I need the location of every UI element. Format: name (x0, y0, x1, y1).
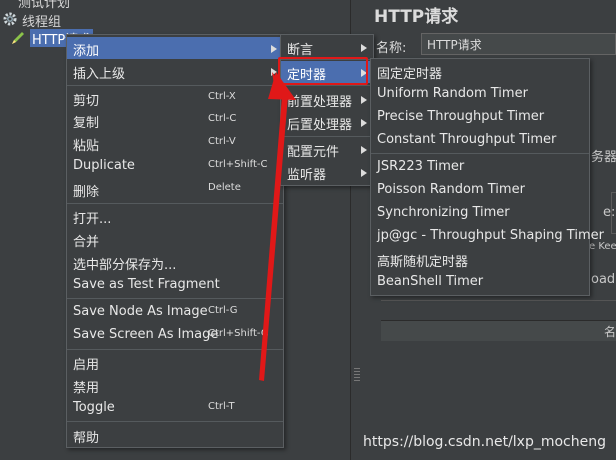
menu-item-pre-processor[interactable]: 前置处理器 (281, 88, 373, 110)
menu-item-insert-parent[interactable]: 插入上级 (67, 60, 283, 82)
menu-separator (67, 421, 283, 422)
menu-separator (371, 153, 589, 154)
menu-item-constant-timer[interactable]: 固定定时器 (371, 60, 589, 82)
table-header: 名 (381, 320, 616, 341)
menu-item-beanshell-timer[interactable]: BeanShell Timer (371, 271, 589, 293)
context-menu: 添加 插入上级 剪切 Ctrl-X 复制 Ctrl-C 粘贴 Ctrl-V Dupli… (66, 34, 284, 448)
tree-item-label: 线程组 (22, 15, 62, 30)
table-column-name: 名 (603, 325, 616, 339)
timer-submenu: 固定定时器 Uniform Random Timer Precise Throu… (370, 58, 604, 296)
chevron-right-icon (361, 96, 367, 104)
menu-item-save-node-image[interactable]: Save Node As Image Ctrl-G (67, 301, 283, 323)
tree-item-label: 测试计划 (18, 0, 71, 11)
menu-item-add[interactable]: 添加 (67, 37, 283, 59)
menu-item-poisson-random-timer[interactable]: Poisson Random Timer (371, 179, 589, 201)
watermark: https://blog.csdn.net/lxp_mocheng (363, 434, 606, 450)
chevron-right-icon (361, 119, 367, 127)
pen-icon (10, 30, 26, 46)
menu-item-assertion[interactable]: 断言 (281, 36, 373, 58)
menu-item-config-element[interactable]: 配置元件 (281, 138, 373, 160)
menu-separator (67, 349, 283, 350)
menu-item-post-processor[interactable]: 后置处理器 (281, 111, 373, 133)
menu-item-delete[interactable]: 删除 Delete (67, 178, 283, 200)
chevron-right-icon (271, 68, 277, 76)
menu-separator (67, 298, 283, 299)
page-title: HTTP请求 (374, 7, 459, 27)
menu-item-disable[interactable]: 禁用 (67, 374, 283, 396)
menu-separator (67, 203, 283, 204)
menu-item-jsr223-timer[interactable]: JSR223 Timer (371, 156, 589, 178)
menu-separator (281, 85, 373, 86)
menu-item-cut[interactable]: 剪切 Ctrl-X (67, 87, 283, 109)
menu-separator (67, 85, 283, 86)
annotation-highlight-box (278, 57, 368, 85)
upload-tab-fragment[interactable]: oad (591, 272, 615, 287)
splitter-grip[interactable] (354, 368, 360, 382)
menu-separator (281, 136, 373, 137)
tree-item-test-plan[interactable]: 测试计划 (18, 0, 71, 11)
menu-item-listener[interactable]: 监听器 (281, 161, 373, 183)
menu-item-constant-throughput-timer[interactable]: Constant Throughput Timer (371, 129, 589, 151)
menu-item-throughput-shaping-timer[interactable]: jp@gc - Throughput Shaping Timer (371, 225, 604, 247)
name-label: 名称: (376, 41, 407, 56)
menu-item-gaussian-random-timer[interactable]: 高斯随机定时器 (371, 248, 589, 270)
menu-item-merge[interactable]: 合并 (67, 228, 283, 250)
menu-item-open[interactable]: 打开... (67, 205, 283, 227)
chevron-right-icon (361, 146, 367, 154)
menu-item-duplicate[interactable]: Duplicate Ctrl+Shift-C (67, 155, 283, 177)
menu-item-toggle[interactable]: Toggle Ctrl-T (67, 397, 283, 419)
menu-item-save-selection[interactable]: 选中部分保存为... (67, 251, 283, 273)
field-box (611, 192, 616, 234)
chevron-right-icon (361, 169, 367, 177)
menu-item-synchronizing-timer[interactable]: Synchronizing Timer (371, 202, 589, 224)
tree-item-thread-group[interactable]: 线程组 (22, 11, 62, 30)
gear-icon (2, 11, 18, 27)
menu-item-copy[interactable]: 复制 Ctrl-C (67, 109, 283, 131)
chevron-right-icon (361, 44, 367, 52)
name-field[interactable] (421, 33, 616, 55)
menu-item-precise-throughput-timer[interactable]: Precise Throughput Timer (371, 106, 589, 128)
menu-item-enable[interactable]: 启用 (67, 351, 283, 373)
menu-item-help[interactable]: 帮助 (67, 424, 283, 446)
chevron-right-icon (271, 45, 277, 53)
menu-item-paste[interactable]: 粘贴 Ctrl-V (67, 132, 283, 154)
divider (381, 300, 616, 301)
server-label-fragment: 务器 (591, 150, 616, 165)
menu-item-save-screen-image[interactable]: Save Screen As Image Ctrl+Shift-G (67, 324, 283, 346)
menu-item-save-fragment[interactable]: Save as Test Fragment (67, 274, 283, 296)
menu-item-uniform-random-timer[interactable]: Uniform Random Timer (371, 83, 589, 105)
